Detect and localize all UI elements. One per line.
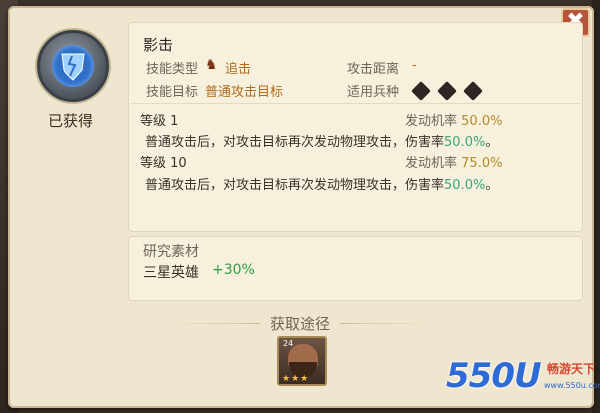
research-material-title: 研究素材 — [143, 244, 199, 260]
obtained-status-label: 已获得 — [48, 112, 94, 130]
watermark-url: www.550u.com — [544, 381, 600, 390]
skill-info-box — [128, 22, 583, 232]
skill-type-value: 追击 — [225, 62, 252, 77]
cavalry-icon — [463, 81, 484, 101]
level-10-label: 等级 10 — [140, 156, 187, 171]
research-material-bonus: +30% — [212, 262, 255, 278]
level-1-label: 等级 1 — [140, 114, 179, 129]
level-10-description: 普通攻击后，对攻击目标再次发动物理攻击，伤害率50.0%。 — [145, 174, 565, 193]
divider-left — [170, 323, 260, 324]
troop-icons — [411, 81, 487, 102]
hero-portrait[interactable]: 24 ★★★ — [277, 336, 327, 386]
rate-value: 50.0% — [461, 114, 503, 129]
shattered-shield-icon — [52, 45, 94, 87]
attack-range-value: - — [412, 58, 417, 73]
troop-type-label: 适用兵种 — [347, 85, 400, 100]
desc-end: 。 — [485, 178, 499, 193]
divider-right — [340, 323, 430, 324]
desc-text: 普通攻击后，对攻击目标再次发动物理攻击，伤害率 — [145, 135, 445, 150]
skill-target-value: 普通攻击目标 — [205, 85, 284, 100]
hero-level: 24 — [283, 339, 294, 348]
attack-range-label: 攻击距离 — [347, 62, 400, 77]
infantry-icon — [411, 81, 431, 101]
watermark-logo: 550U — [446, 356, 542, 396]
skill-target-label: 技能目标 — [146, 85, 199, 100]
skill-name: 影击 — [143, 36, 174, 54]
rate-value: 75.0% — [461, 156, 503, 171]
level-10-rate: 发动机率 75.0% — [405, 152, 502, 171]
shield-troop-icon — [437, 81, 457, 101]
research-material-item: 三星英雄 — [143, 265, 199, 281]
rate-label: 发动机率 — [405, 156, 458, 171]
desc-end: 。 — [485, 135, 499, 150]
level-1-description: 普通攻击后，对攻击目标再次发动物理攻击，伤害率50.0%。 — [145, 131, 565, 150]
skill-type-label: 技能类型 — [146, 62, 199, 77]
level-1-rate: 发动机率 50.0% — [405, 110, 502, 129]
damage-rate: 50.0% — [444, 135, 486, 150]
skill-emblem — [37, 30, 109, 102]
watermark-name: 畅游天下 — [547, 362, 596, 376]
acquire-title: 获取途径 — [270, 315, 331, 333]
desc-text: 普通攻击后，对攻击目标再次发动物理攻击，伤害率 — [145, 178, 445, 193]
divider — [130, 103, 580, 104]
hero-stars: ★★★ — [282, 374, 310, 384]
pursuit-icon: ♞ — [205, 57, 218, 73]
damage-rate: 50.0% — [444, 178, 486, 193]
rate-label: 发动机率 — [405, 114, 458, 129]
